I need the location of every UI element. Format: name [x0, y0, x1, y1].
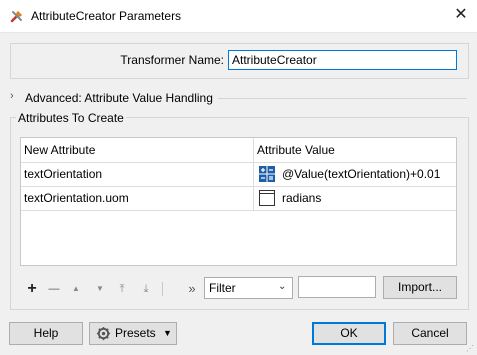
move-to-bottom-button[interactable]: ⤓ — [138, 281, 154, 297]
presets-label: Presets — [115, 326, 156, 340]
arithmetic-editor-icon[interactable] — [259, 166, 275, 182]
ok-button[interactable]: OK — [312, 322, 386, 345]
expand-toolbar-button[interactable]: » — [184, 281, 200, 297]
import-button[interactable]: Import... — [383, 276, 457, 299]
presets-button[interactable]: Presets ▼ — [89, 322, 177, 345]
close-icon[interactable]: ✕ — [452, 6, 470, 24]
transformer-name-label: Transformer Name: — [120, 53, 224, 67]
resize-grip-icon[interactable]: ⋰ — [466, 345, 474, 353]
attributes-group-title: Attributes To Create — [16, 111, 126, 125]
table-cell-name[interactable]: textOrientation.uom — [21, 186, 253, 210]
move-down-button[interactable]: ▼ — [92, 281, 108, 297]
table-cell-value[interactable]: radians — [279, 186, 455, 210]
cancel-button[interactable]: Cancel — [393, 322, 467, 345]
gear-icon — [96, 326, 111, 341]
wrench-tool-icon — [10, 11, 22, 23]
chevron-right-icon[interactable]: › — [10, 90, 14, 102]
column-divider — [253, 138, 254, 210]
transformer-name-input[interactable]: AttributeCreator — [228, 50, 457, 70]
filter-text-input[interactable] — [298, 276, 376, 298]
remove-row-button[interactable]: — — [46, 281, 62, 297]
table-cell-name[interactable]: textOrientation — [21, 162, 253, 186]
section-divider — [218, 98, 467, 99]
toolbar-separator — [162, 282, 163, 296]
add-row-button[interactable]: + — [24, 281, 40, 297]
filter-selected-value: Filter — [209, 281, 236, 295]
column-header-attribute-value[interactable]: Attribute Value — [254, 138, 454, 162]
dropdown-arrow-icon: ▼ — [163, 328, 172, 338]
table-cell-value[interactable]: @Value(textOrientation)+0.01 — [279, 162, 455, 186]
move-up-button[interactable]: ▲ — [68, 281, 84, 297]
text-editor-icon[interactable] — [259, 190, 275, 206]
chevron-down-icon: ⌄ — [278, 281, 287, 292]
move-to-top-button[interactable]: ⤒ — [114, 281, 130, 297]
help-button[interactable]: Help — [9, 322, 83, 345]
advanced-section-toggle[interactable]: Advanced: Attribute Value Handling — [25, 91, 213, 105]
row-divider — [21, 210, 456, 211]
column-header-new-attribute[interactable]: New Attribute — [21, 138, 253, 162]
window-title: AttributeCreator Parameters — [31, 9, 182, 23]
attributes-table[interactable]: New Attribute Attribute Value textOrient… — [20, 137, 457, 266]
